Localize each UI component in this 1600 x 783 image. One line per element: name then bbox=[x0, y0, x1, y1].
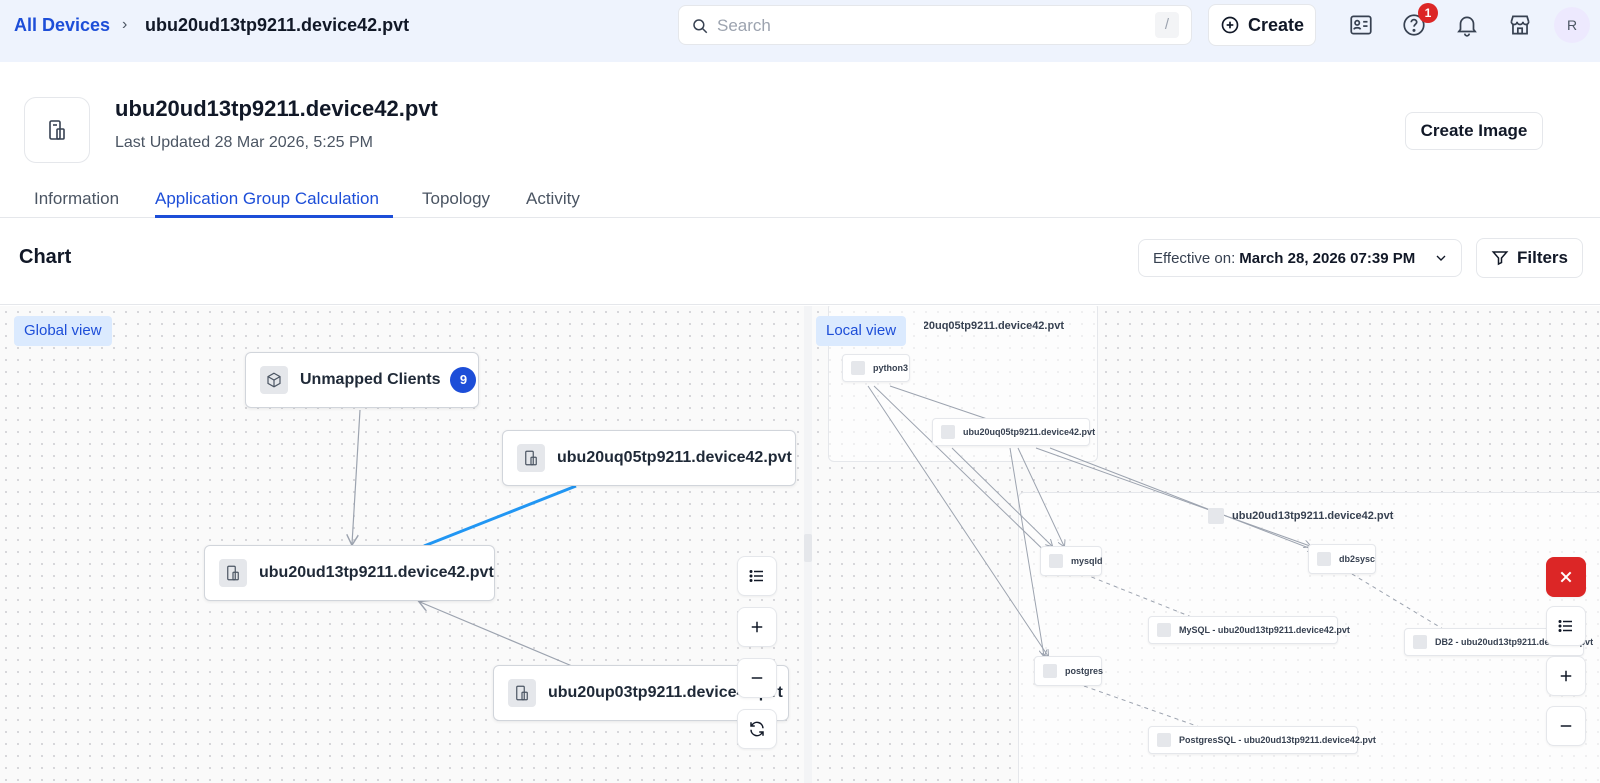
edge-uq05-to-main bbox=[423, 484, 577, 548]
device-icon bbox=[49, 120, 65, 140]
device-icon bbox=[219, 559, 247, 587]
minus-icon bbox=[751, 677, 763, 679]
edge-unmapped-to-main bbox=[352, 409, 361, 544]
app-icon bbox=[1157, 733, 1171, 747]
node-host-ubu20uq05[interactable]: ubu20uq05tp9211.device42.pvt bbox=[932, 418, 1095, 446]
chart-title: Chart bbox=[19, 246, 72, 268]
chart-header: Chart Effective on: March 28, 2026 07:39… bbox=[0, 219, 1600, 305]
create-button-label: Create bbox=[1247, 14, 1305, 35]
box-icon bbox=[260, 366, 288, 394]
filters-label: Filters bbox=[1516, 248, 1569, 267]
reset-view-button[interactable] bbox=[737, 709, 777, 749]
plus-icon bbox=[1560, 670, 1572, 682]
local-view-label: Local view bbox=[816, 316, 907, 346]
list-icon bbox=[1558, 620, 1572, 632]
close-panel-button[interactable] bbox=[1546, 557, 1586, 597]
zoom-in-button[interactable] bbox=[1546, 656, 1586, 696]
search-shortcut: / bbox=[1155, 12, 1179, 38]
create-button[interactable]: Create bbox=[1208, 4, 1316, 46]
edge-up03-to-main bbox=[420, 602, 573, 667]
node-postgres-app[interactable]: PostgresSQL - ubu20ud13tp9211.device42.p… bbox=[1148, 726, 1376, 754]
tab-information[interactable]: Information bbox=[34, 189, 119, 209]
global-view-canvas[interactable]: Global view Unmapped Clients 9 ubu20uq05… bbox=[0, 306, 804, 783]
process-icon bbox=[851, 361, 865, 375]
node-unmapped-clients[interactable]: Unmapped Clients 9 bbox=[245, 352, 479, 408]
local-edges bbox=[867, 385, 1449, 731]
search-box[interactable]: / bbox=[678, 5, 1192, 45]
plus-circle-icon bbox=[1221, 16, 1239, 34]
node-label: ubu20uq05tp9211.device42.pvt bbox=[557, 449, 792, 466]
splitter-grip[interactable] bbox=[804, 534, 812, 562]
create-image-button[interactable]: Create Image bbox=[1405, 112, 1543, 150]
filters-button[interactable]: Filters bbox=[1476, 238, 1583, 278]
gear-icon bbox=[1043, 664, 1057, 678]
node-ubu20uq05[interactable]: ubu20uq05tp9211.device42.pvt bbox=[502, 430, 796, 486]
app-icon bbox=[1413, 635, 1427, 649]
app-icon bbox=[1157, 623, 1171, 637]
local-view-canvas[interactable]: ubu20uq05tp9211.device42.pvt Local view … bbox=[812, 306, 1600, 783]
bell-icon[interactable] bbox=[1454, 12, 1480, 38]
list-icon bbox=[749, 570, 763, 582]
user-avatar[interactable]: R bbox=[1554, 7, 1590, 43]
panel-splitter[interactable] bbox=[804, 306, 812, 783]
zoom-out-button[interactable] bbox=[737, 658, 777, 698]
breadcrumb-current: ubu20ud13tp9211.device42.pvt bbox=[145, 15, 410, 35]
help-badge: 1 bbox=[1418, 3, 1438, 23]
breadcrumb-separator: › bbox=[122, 16, 128, 33]
gear-icon bbox=[1317, 552, 1331, 566]
zoom-in-button[interactable] bbox=[737, 607, 777, 647]
search-icon bbox=[693, 19, 708, 34]
last-updated: Last Updated 28 Mar 2026, 5:25 PM bbox=[115, 134, 373, 151]
effective-value: March 28, 2026 07:39 PM bbox=[1239, 249, 1416, 267]
group-ubu20ud13-label: ubu20ud13tp9211.device42.pvt bbox=[1208, 508, 1393, 524]
zoom-out-button[interactable] bbox=[1546, 706, 1586, 746]
device-icon bbox=[517, 444, 545, 472]
tab-activity[interactable]: Activity bbox=[526, 189, 580, 209]
count-badge: 9 bbox=[450, 367, 477, 393]
refresh-icon bbox=[750, 721, 764, 737]
minus-icon bbox=[1560, 725, 1572, 727]
node-ubu20ud13[interactable]: ubu20ud13tp9211.device42.pvt bbox=[204, 545, 495, 601]
legend-button[interactable] bbox=[1546, 606, 1586, 646]
contacts-icon[interactable] bbox=[1348, 12, 1374, 38]
device-icon-tile bbox=[24, 97, 90, 163]
close-icon bbox=[1560, 571, 1572, 583]
chevron-down-icon bbox=[1436, 255, 1446, 261]
tab-application-group-calculation[interactable]: Application Group Calculation bbox=[155, 189, 379, 209]
legend-button[interactable] bbox=[737, 556, 777, 596]
store-icon[interactable] bbox=[1507, 12, 1533, 38]
plus-icon bbox=[751, 621, 763, 633]
node-label: ubu20ud13tp9211.device42.pvt bbox=[259, 564, 494, 581]
global-view-label: Global view bbox=[14, 316, 112, 346]
device-icon bbox=[508, 679, 536, 707]
effective-label: Effective on: bbox=[1153, 249, 1236, 267]
effective-date-select[interactable]: Effective on: March 28, 2026 07:39 PM bbox=[1138, 239, 1462, 277]
gear-icon bbox=[1049, 554, 1063, 568]
node-python3[interactable]: python3 bbox=[842, 354, 910, 382]
active-tab-indicator bbox=[155, 215, 393, 218]
node-postgres[interactable]: postgres bbox=[1034, 656, 1103, 686]
node-mysqld[interactable]: mysqld bbox=[1040, 546, 1103, 576]
breadcrumb-all-devices[interactable]: All Devices bbox=[14, 15, 110, 36]
filter-icon bbox=[1491, 251, 1509, 266]
top-bar: All Devices › ubu20ud13tp9211.device42.p… bbox=[0, 0, 1600, 62]
search-input[interactable] bbox=[717, 14, 1117, 38]
tab-topology[interactable]: Topology bbox=[422, 189, 490, 209]
node-mysql-app[interactable]: MySQL - ubu20ud13tp9211.device42.pvt bbox=[1148, 616, 1350, 644]
device-icon bbox=[941, 425, 955, 439]
device-icon bbox=[1208, 508, 1224, 524]
page-title: ubu20ud13tp9211.device42.pvt bbox=[115, 96, 438, 121]
tab-bar: Information Application Group Calculatio… bbox=[0, 180, 1600, 218]
node-db2sysc[interactable]: db2sysc bbox=[1308, 544, 1376, 574]
node-label: Unmapped Clients bbox=[300, 371, 441, 388]
